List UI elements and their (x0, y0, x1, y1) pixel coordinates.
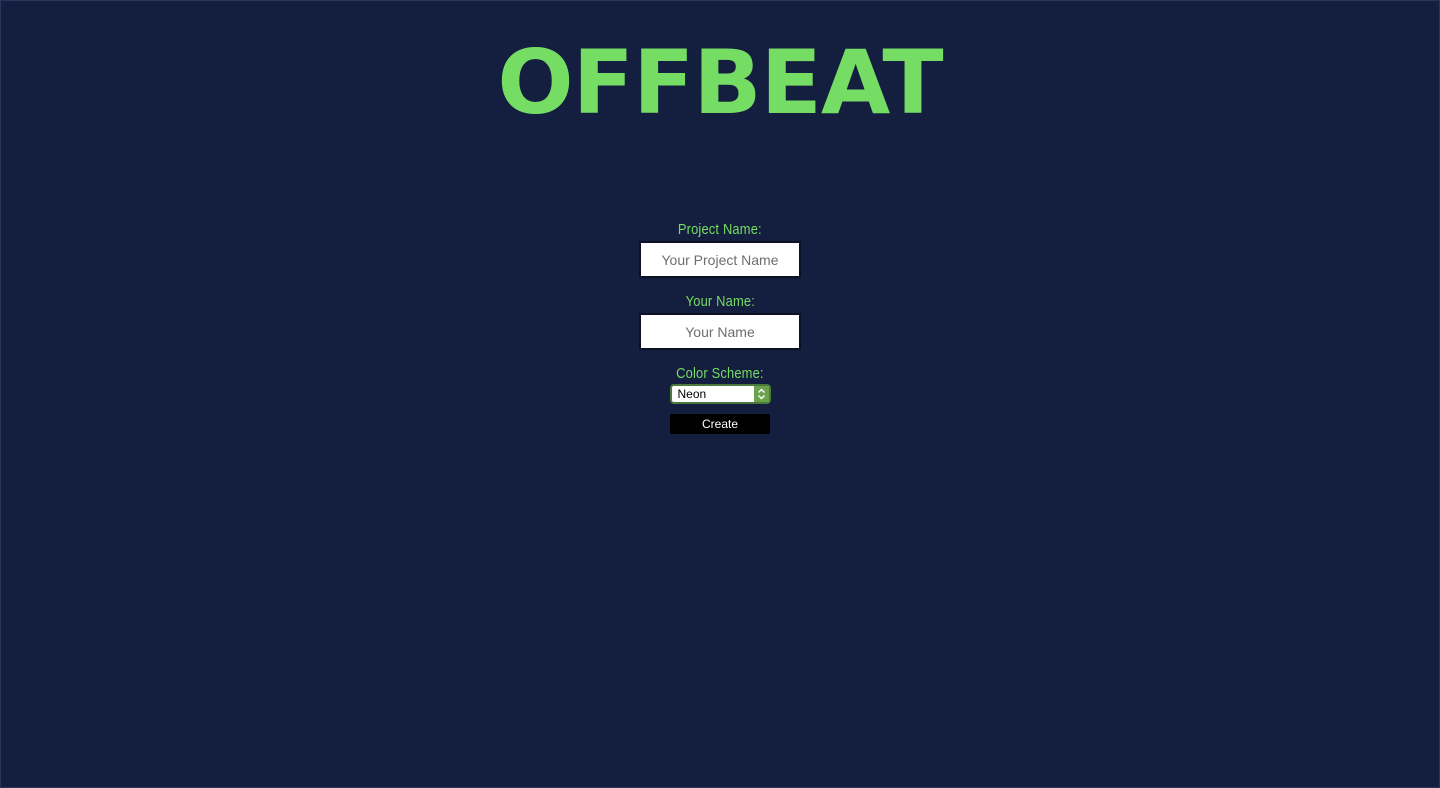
your-name-input[interactable] (639, 313, 801, 350)
project-name-label: Project Name: (678, 221, 762, 238)
create-project-form: Project Name: Your Name: Color Scheme: N… (1, 219, 1439, 434)
app-page: OFFBEAT Project Name: Your Name: Color S… (0, 0, 1440, 788)
chevron-up-down-icon-glyph (757, 388, 765, 400)
chevron-up-down-icon (753, 386, 769, 402)
color-scheme-select[interactable]: Neon (669, 384, 771, 404)
your-name-label: Your Name: (685, 293, 755, 310)
color-scheme-selected-value: Neon (677, 387, 707, 401)
app-logo: OFFBEAT (497, 31, 943, 134)
project-name-input[interactable] (639, 241, 801, 278)
color-scheme-label: Color Scheme: (676, 365, 764, 382)
create-button[interactable]: Create (670, 414, 770, 434)
